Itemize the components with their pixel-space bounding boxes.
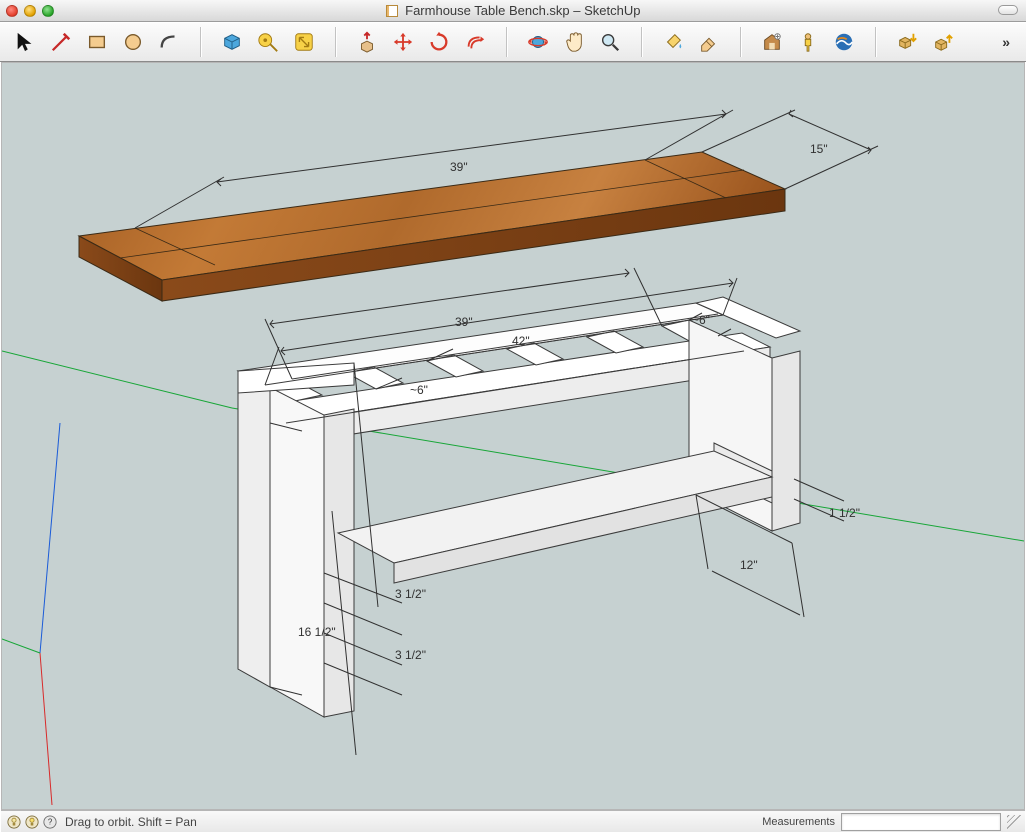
status-bar: ? Drag to orbit. Shift = Pan Measurement… xyxy=(1,810,1025,832)
dim-slat-gap-front: ~6" xyxy=(410,383,428,397)
model-viewport[interactable]: 39" 15" 39" 42" ~6" ~6" 12" 1 1/2" 3 1/2… xyxy=(1,62,1025,810)
get-model-tool[interactable] xyxy=(894,29,920,55)
toolbar-overflow-button[interactable]: » xyxy=(998,34,1014,50)
google-earth-tool[interactable] xyxy=(831,29,857,55)
dimension-tool[interactable] xyxy=(291,29,317,55)
push-pull-tool[interactable] xyxy=(354,29,380,55)
dim-leg-depth: 12" xyxy=(740,558,758,572)
dim-frame-outer: 42" xyxy=(512,334,530,348)
place-person-tool[interactable] xyxy=(795,29,821,55)
instructor-tip-2-icon[interactable] xyxy=(23,815,41,829)
status-hint: Drag to orbit. Shift = Pan xyxy=(65,815,197,829)
orbit-tool[interactable] xyxy=(525,29,551,55)
document-icon xyxy=(386,5,398,17)
zoom-tool[interactable] xyxy=(597,29,623,55)
toolbar-pill-button[interactable] xyxy=(998,5,1018,15)
dim-seat-length: 39" xyxy=(450,160,468,174)
rotate-tool[interactable] xyxy=(426,29,452,55)
svg-text:?: ? xyxy=(48,817,53,826)
arc-tool[interactable] xyxy=(156,29,182,55)
tape-measure-tool[interactable] xyxy=(255,29,281,55)
model-drawing xyxy=(2,63,1024,809)
move-tool[interactable] xyxy=(390,29,416,55)
eraser-tool[interactable] xyxy=(696,29,722,55)
dim-frame-inner: 39" xyxy=(455,315,473,329)
close-window-button[interactable] xyxy=(6,5,18,17)
minimize-window-button[interactable] xyxy=(24,5,36,17)
resize-grip[interactable] xyxy=(1007,815,1021,829)
instructor-tip-1-icon[interactable] xyxy=(5,815,23,829)
window-controls xyxy=(6,5,54,17)
3d-warehouse-tool[interactable] xyxy=(759,29,785,55)
dim-leg-width-upper: 3 1/2" xyxy=(395,587,426,601)
dim-seat-depth: 15" xyxy=(810,142,828,156)
dim-stretcher-thick: 1 1/2" xyxy=(829,506,860,520)
window-title-text: Farmhouse Table Bench.skp – SketchUp xyxy=(405,3,640,18)
main-toolbar: » xyxy=(0,22,1026,62)
line-tool[interactable] xyxy=(48,29,74,55)
titlebar: Farmhouse Table Bench.skp – SketchUp xyxy=(0,0,1026,22)
dim-leg-height: 16 1/2" xyxy=(298,625,336,639)
circle-tool[interactable] xyxy=(120,29,146,55)
measurements-label: Measurements xyxy=(762,816,835,828)
measurements-input[interactable] xyxy=(841,813,1001,831)
window-title: Farmhouse Table Bench.skp – SketchUp xyxy=(0,3,1026,18)
zoom-window-button[interactable] xyxy=(42,5,54,17)
dim-slat-gap-end: ~6" xyxy=(692,313,710,327)
offset-tool[interactable] xyxy=(462,29,488,55)
instructor-tip-3-icon[interactable]: ? xyxy=(41,815,59,829)
paint-bucket-tool[interactable] xyxy=(660,29,686,55)
make-component-tool[interactable] xyxy=(219,29,245,55)
share-model-tool[interactable] xyxy=(930,29,956,55)
select-tool[interactable] xyxy=(12,29,38,55)
pan-tool[interactable] xyxy=(561,29,587,55)
rectangle-tool[interactable] xyxy=(84,29,110,55)
dim-leg-width-lower: 3 1/2" xyxy=(395,648,426,662)
